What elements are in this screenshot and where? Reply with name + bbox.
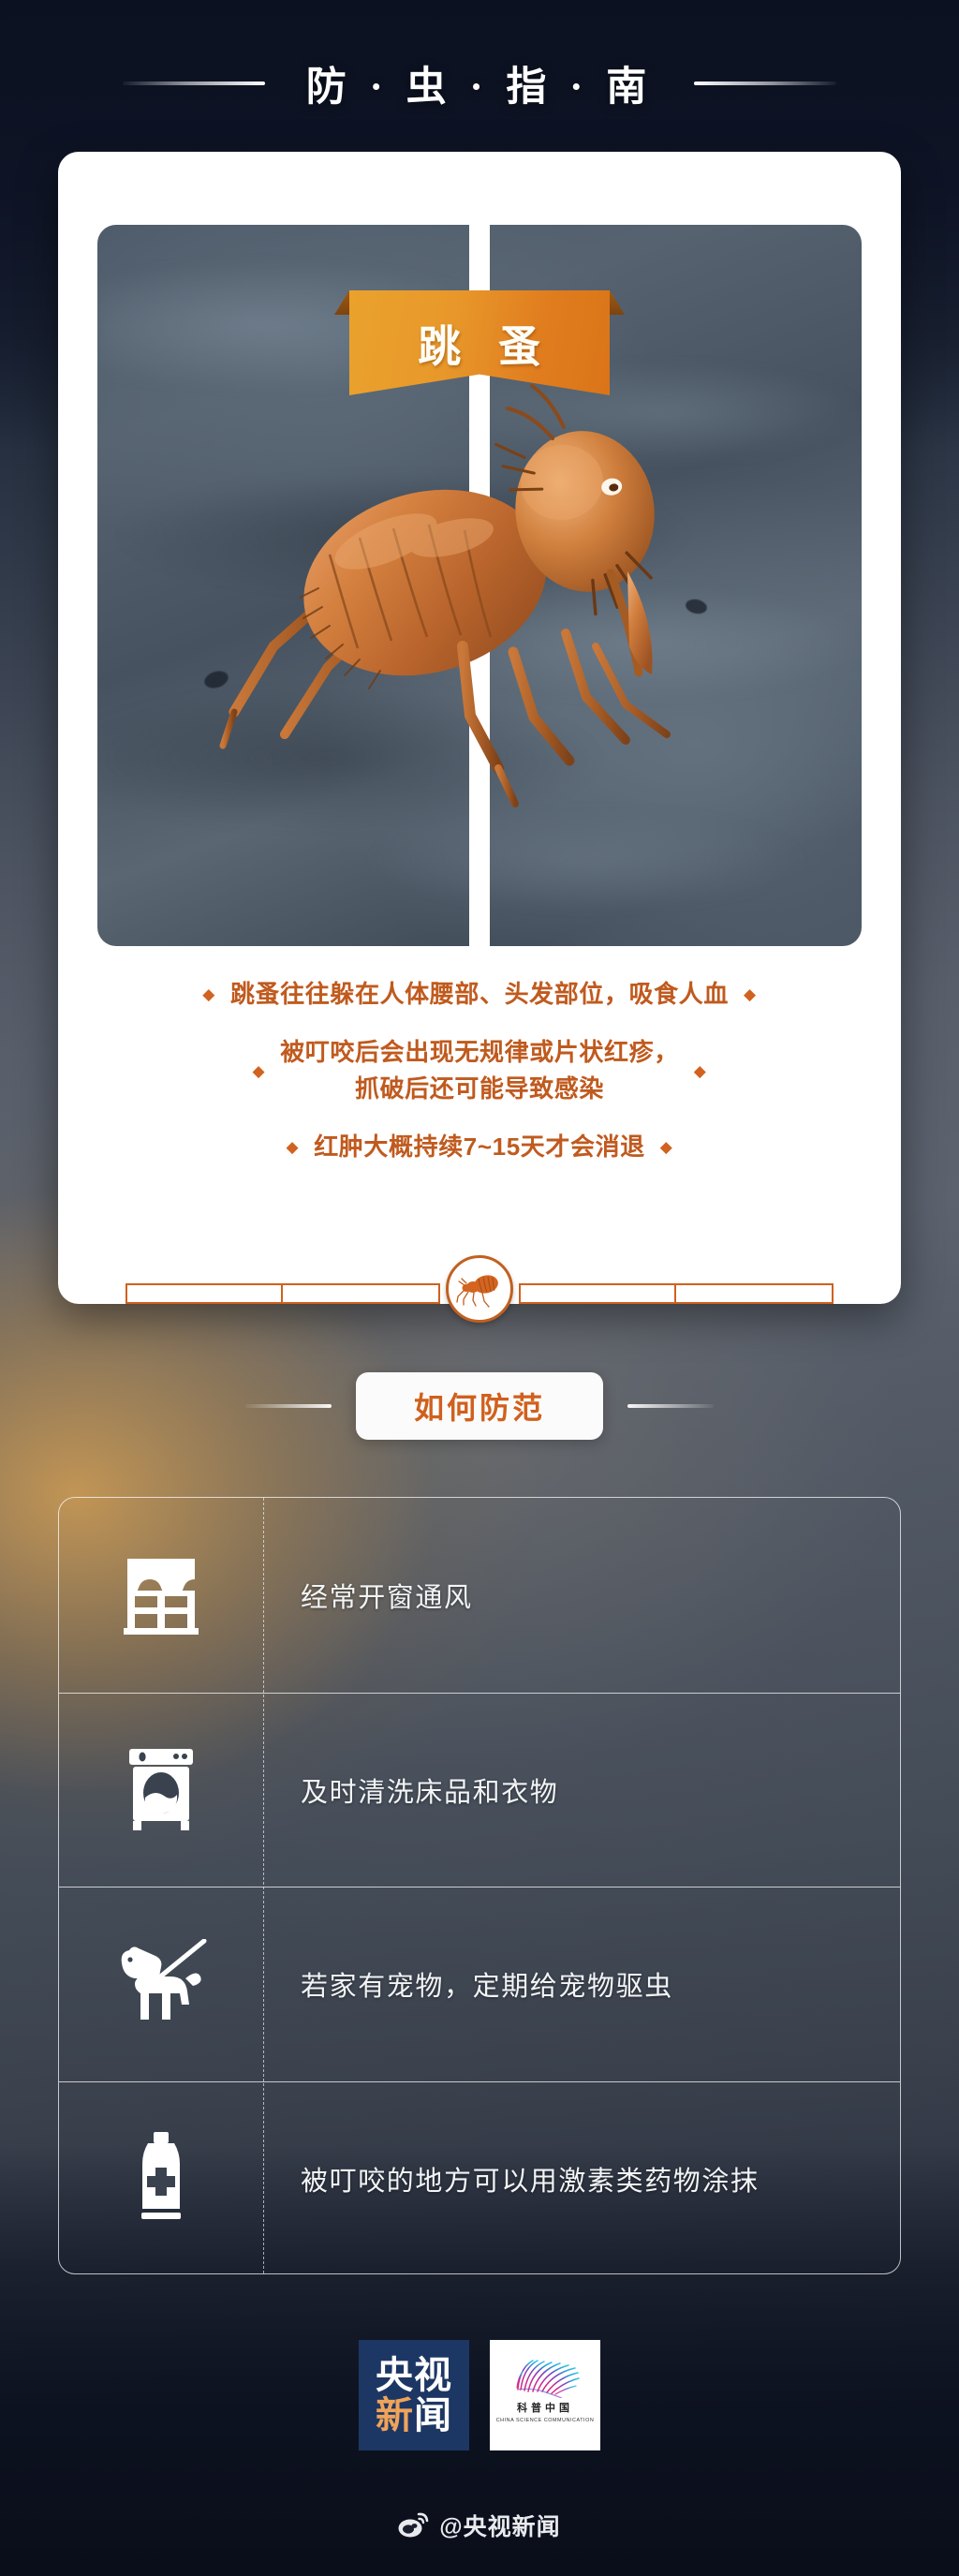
diamond-bullet-icon: ◆ xyxy=(252,1061,266,1080)
diamond-bullet-icon: ◆ xyxy=(744,985,757,1004)
diamond-bullet-icon: ◆ xyxy=(693,1061,707,1080)
china-science-communication-logo: 科普中国 CHINA SCIENCE COMMUNICATION xyxy=(490,2340,600,2450)
diamond-bullet-icon: ◆ xyxy=(286,1137,300,1156)
header-rule-right xyxy=(694,81,837,85)
footer-logos: 央视 新闻 科普中国 CHINA SCIENCE COMMUNICATION xyxy=(0,2340,959,2450)
decor-bar-segment xyxy=(283,1283,440,1304)
prevention-row[interactable]: 经常开窗通风 xyxy=(59,1498,900,1693)
page-title: 防 · 虫 · 指 · 南 xyxy=(305,66,654,110)
description-text-2a: 被叮咬后会出现无规律或片状红疹， xyxy=(280,1037,679,1066)
decor-bar-segment xyxy=(676,1283,834,1304)
flea-badge-icon xyxy=(456,1275,498,1308)
section-title: 如何防范 xyxy=(413,1391,545,1425)
flea-badge-circle xyxy=(446,1255,513,1323)
window-icon xyxy=(59,1555,263,1636)
prevention-label: 被叮咬的地方可以用激素类药物涂抹 xyxy=(301,2166,760,2197)
prevention-section-header: 如何防范 xyxy=(0,1372,959,1440)
prevention-panel: 经常开窗通风 及时清洗床品和衣物 若家有宠物，定期给宠物驱虫 被叮咬的地方可以用… xyxy=(58,1497,901,2274)
prevention-label: 若家有宠物，定期给宠物驱虫 xyxy=(301,1972,673,2003)
prevention-label: 经常开窗通风 xyxy=(301,1582,473,1613)
page-header: 防 · 虫 · 指 · 南 xyxy=(0,54,959,112)
prevention-row[interactable]: 及时清洗床品和衣物 xyxy=(59,1692,900,1888)
prevention-label: 及时清洗床品和衣物 xyxy=(301,1777,559,1808)
description-text-3: 红肿大概持续7~15天才会消退 xyxy=(314,1132,645,1161)
cctv-logo-xin: 新 xyxy=(376,2393,414,2436)
flea-illustration xyxy=(219,384,671,807)
dog-on-leash-icon xyxy=(59,1939,263,2029)
weibo-handle: @央视新闻 xyxy=(439,2514,561,2540)
description-line-2: ◆ 被叮咬后会出现无规律或片状红疹， 抓破后还可能导致感染 ◆ xyxy=(58,1034,901,1108)
prevention-row[interactable]: 若家有宠物，定期给宠物驱虫 xyxy=(59,1887,900,2081)
diamond-bullet-icon: ◆ xyxy=(202,985,215,1004)
description-text-1: 跳蚤往往躲在人体腰部、头发部位，吸食人血 xyxy=(229,980,729,1008)
description-line-3: ◆ 红肿大概持续7~15天才会消退 ◆ xyxy=(58,1129,901,1166)
weibo-icon xyxy=(398,2512,429,2538)
flea-description-block: ◆ 跳蚤往往躲在人体腰部、头发部位，吸食人血 ◆ ◆ 被叮咬后会出现无规律或片状… xyxy=(58,976,901,1165)
description-line-1: ◆ 跳蚤往往躲在人体腰部、头发部位，吸食人血 ◆ xyxy=(58,976,901,1014)
section-rule-left xyxy=(244,1404,332,1408)
washing-machine-icon xyxy=(59,1747,263,1833)
cctv-logo-line2: 新闻 xyxy=(376,2393,452,2436)
kepu-logo-cn: 科普中国 xyxy=(517,2403,573,2414)
kepu-feather-icon xyxy=(516,2360,580,2398)
cctv-news-logo: 央视 新闻 xyxy=(359,2340,469,2450)
section-title-box: 如何防范 xyxy=(355,1372,603,1440)
ointment-tube-icon xyxy=(59,2131,263,2226)
diamond-bullet-icon: ◆ xyxy=(659,1137,673,1156)
header-rule-left xyxy=(122,81,265,85)
cctv-logo-line1: 央视 xyxy=(376,2353,452,2396)
prevention-row[interactable]: 被叮咬的地方可以用激素类药物涂抹 xyxy=(59,2080,900,2276)
insect-name-label: 跳 蚤 xyxy=(418,323,554,371)
flea-info-card: 跳 蚤 ◆ 跳蚤往往躲在人体腰部、头发部位，吸食人血 ◆ ◆ 被叮咬后会出现无规… xyxy=(58,152,901,1323)
section-rule-right xyxy=(627,1404,714,1408)
cctv-logo-wen: 闻 xyxy=(414,2393,452,2436)
decor-bar-segment xyxy=(519,1283,676,1304)
description-text-2b: 抓破后还可能导致感染 xyxy=(354,1074,604,1103)
decor-bar-segment xyxy=(125,1283,283,1304)
kepu-logo-en: CHINA SCIENCE COMMUNICATION xyxy=(495,2418,595,2423)
weibo-attribution[interactable]: @央视新闻 xyxy=(0,2509,959,2542)
